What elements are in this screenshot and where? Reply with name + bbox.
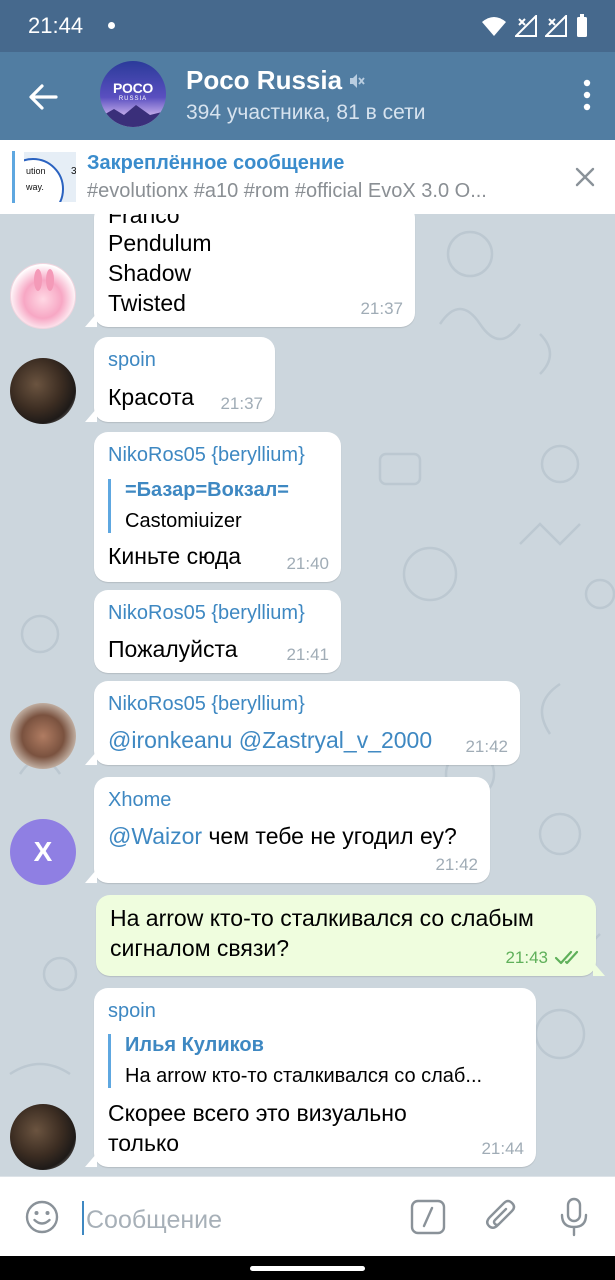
reply-text: На arrow кто-то сталкивался со слаб... — [125, 1065, 483, 1087]
notification-dot-icon — [108, 22, 115, 29]
signal-icon — [515, 15, 537, 37]
message-input[interactable] — [84, 1199, 388, 1241]
message-time: 21:44 — [481, 1139, 524, 1158]
reply-text: Castomiuizer — [125, 510, 242, 532]
mention-link[interactable]: @ironkeanu @Zastryal_v_2000 — [108, 727, 432, 754]
pinned-thumbnail: ution way. 3 — [24, 152, 76, 202]
message-line: только — [108, 1130, 180, 1156]
bunny-ears-icon — [34, 269, 54, 291]
message-text: чем тебе не угодил еу? — [202, 823, 457, 849]
reply-name: =Базар=Вокзал= — [125, 479, 289, 501]
message-time: 21:37 — [220, 394, 263, 413]
message-line: Pendulum — [108, 230, 212, 256]
mention-link[interactable]: @Waizor — [108, 823, 202, 849]
mountain-icon — [100, 105, 166, 127]
status-time: 21:44 — [28, 13, 84, 38]
message-text: Красота — [108, 384, 195, 410]
chat-area[interactable]: Franco Pendulum Shadow Twisted 21:37 spo… — [0, 214, 615, 1176]
message-bubble[interactable]: NikoRos05 {beryllium} Пожалуйста 21:41 — [94, 590, 341, 673]
muted-speaker-icon — [350, 74, 365, 88]
avatar-sub-text: RUSSIA — [118, 96, 148, 102]
message-bubble[interactable]: Xhome @Waizor чем тебе не угодил еу? 21:… — [85, 777, 490, 883]
sender-name[interactable]: NikoRos05 {beryllium} — [108, 693, 305, 716]
chat-title[interactable]: Poco Russia — [186, 65, 342, 96]
avatar[interactable] — [10, 703, 76, 769]
battery-icon — [577, 14, 587, 37]
message-line: сигналом связи? — [110, 935, 290, 961]
message-line: На arrow кто-то сталкивался со слабым — [110, 905, 534, 931]
sender-name[interactable]: NikoRos05 {beryllium} — [108, 602, 305, 625]
signal-icon-2 — [545, 15, 567, 37]
read-checkmarks-icon — [554, 950, 579, 965]
message-bubble[interactable]: spoin Красота 21:37 — [85, 337, 275, 422]
sender-name[interactable]: Xhome — [108, 789, 171, 812]
outgoing-message-bubble[interactable]: На arrow кто-то сталкивался со слабым си… — [96, 895, 605, 976]
message-line: Twisted — [108, 290, 186, 316]
status-bar: 21:44 — [0, 0, 615, 52]
group-avatar[interactable]: POCO RUSSIA — [100, 61, 166, 127]
message-time: 21:43 — [505, 948, 548, 967]
more-vert-icon[interactable] — [581, 78, 593, 112]
message-bubble[interactable]: Franco Pendulum Shadow Twisted 21:37 — [85, 214, 415, 327]
message-line: Shadow — [108, 260, 192, 286]
pinned-title: Закреплённое сообщение — [87, 152, 345, 174]
pinned-indicator — [12, 151, 15, 203]
sender-name[interactable]: spoin — [108, 1000, 156, 1023]
avatar-logo-text: POCO — [112, 80, 154, 96]
message-line: Скорее всего это визуально — [108, 1100, 407, 1126]
avatar[interactable] — [10, 1104, 76, 1170]
message-input-bar — [0, 1176, 615, 1257]
avatar[interactable]: X — [10, 819, 76, 885]
message-bubble[interactable]: spoin Илья Куликов На arrow кто-то сталк… — [85, 988, 536, 1167]
wifi-icon — [482, 17, 506, 36]
pinned-text: #evolutionx #a10 #rom #official EvoX 3.0… — [87, 180, 487, 202]
reply-quote[interactable]: Илья Куликов На arrow кто-то сталкивался… — [108, 1034, 482, 1088]
thumb-text: way. — [26, 182, 44, 192]
sender-name[interactable]: NikoRos05 {beryllium} — [108, 444, 305, 467]
back-arrow-icon[interactable] — [26, 80, 60, 114]
message-time: 21:37 — [360, 299, 403, 318]
bot-command-icon[interactable] — [410, 1199, 446, 1235]
close-icon[interactable] — [573, 165, 597, 189]
thumb-text: 3 — [71, 166, 76, 177]
chat-header: POCO RUSSIA Poco Russia 394 участника, 8… — [0, 52, 615, 140]
message-line: Franco — [108, 214, 180, 228]
message-bubble[interactable]: NikoRos05 {beryllium} =Базар=Вокзал= Cas… — [94, 432, 341, 582]
avatar[interactable] — [10, 358, 76, 424]
status-icons — [481, 14, 589, 38]
reply-name: Илья Куликов — [125, 1034, 264, 1056]
message-text: Пожалуйста — [108, 636, 238, 662]
sender-name[interactable]: spoin — [108, 349, 156, 372]
system-nav-bar — [0, 1256, 615, 1280]
chat-subtitle: 394 участника, 81 в сети — [186, 101, 426, 124]
message-time: 21:42 — [465, 737, 508, 756]
message-time: 21:42 — [435, 855, 478, 874]
microphone-icon[interactable] — [558, 1196, 590, 1238]
home-gesture-handle[interactable] — [250, 1266, 365, 1271]
thumb-text: ution — [26, 166, 46, 176]
message-time: 21:40 — [286, 554, 329, 573]
message-text: Киньте сюда — [108, 543, 242, 569]
avatar[interactable] — [10, 263, 76, 329]
pinned-message[interactable]: ution way. 3 Закреплённое сообщение #evo… — [0, 140, 615, 214]
reply-quote[interactable]: =Базар=Вокзал= Castomiuizer — [108, 479, 289, 533]
message-bubble[interactable]: NikoRos05 {beryllium} @ironkeanu @Zastry… — [85, 681, 520, 765]
emoji-icon[interactable] — [24, 1199, 60, 1235]
attach-paperclip-icon[interactable] — [484, 1197, 520, 1237]
message-time: 21:41 — [286, 645, 329, 664]
